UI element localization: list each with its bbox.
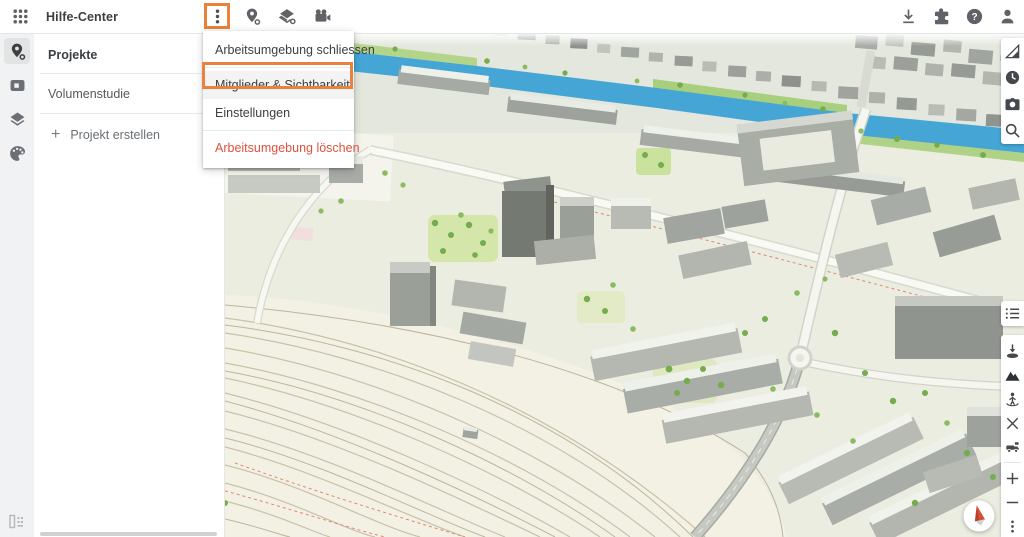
vehicle-button[interactable]	[1002, 437, 1024, 458]
account-button[interactable]	[994, 4, 1020, 30]
camera-icon	[1004, 96, 1021, 113]
kebab-menu-icon	[1004, 518, 1021, 535]
list-button[interactable]	[1002, 303, 1024, 325]
kebab-menu-icon	[208, 7, 227, 26]
left-icon-rail	[0, 33, 34, 537]
create-project-label: Projekt erstellen	[70, 128, 160, 142]
menu-item-settings[interactable]: Einstellungen	[203, 99, 354, 127]
workspace-menu-button[interactable]	[204, 4, 230, 30]
search-button[interactable]	[1002, 120, 1024, 142]
project-list-item[interactable]: Volumenstudie	[34, 74, 224, 113]
zoom-out-button[interactable]	[1002, 492, 1024, 513]
pedestrian-view-button[interactable]	[1002, 389, 1024, 410]
layers-icon	[8, 110, 27, 129]
project-pin-icon	[243, 7, 262, 26]
plugins-button[interactable]	[928, 4, 954, 30]
download-icon	[899, 7, 918, 26]
workspace-title: Hilfe-Center	[46, 10, 118, 24]
divider	[203, 67, 354, 68]
list-icon	[1004, 305, 1021, 322]
account-icon	[998, 7, 1017, 26]
horizontal-scrollbar[interactable]	[40, 532, 217, 536]
puzzle-icon	[932, 7, 951, 26]
screenshot-button[interactable]	[1002, 93, 1024, 115]
video-camera-icon	[313, 7, 332, 26]
help-button[interactable]: ?	[961, 4, 987, 30]
panel-heading: Projekte	[34, 33, 224, 73]
layers-icon	[278, 7, 297, 26]
palette-icon	[8, 144, 27, 163]
slope-triangle-icon	[1004, 43, 1021, 60]
divider	[203, 130, 354, 131]
drop-to-ground-button[interactable]	[1002, 341, 1024, 362]
sidebar-item-projects[interactable]	[4, 38, 30, 64]
pedestrian-icon	[1004, 391, 1021, 408]
map-toolbar-top	[1001, 38, 1024, 144]
menu-item-close-workspace[interactable]: Arbeitsumgebung schliessen	[203, 36, 354, 64]
download-button[interactable]	[895, 4, 921, 30]
workspace-dropdown-menu: Arbeitsumgebung schliessen Mitglieder & …	[203, 31, 354, 168]
projects-pin-icon	[8, 42, 27, 61]
projects-panel: Projekte Volumenstudie + Projekt erstell…	[34, 33, 225, 537]
project-location-button[interactable]	[239, 4, 265, 30]
minus-icon	[1004, 494, 1021, 511]
sidebar-item-layers[interactable]	[4, 106, 30, 132]
apps-grid-icon	[11, 7, 30, 26]
sidebar-item-styles[interactable]	[4, 140, 30, 166]
slope-button[interactable]	[1002, 40, 1024, 62]
sidebar-item-media[interactable]	[4, 72, 30, 98]
drop-to-ground-icon	[1004, 343, 1021, 360]
axes-cross-icon	[1004, 415, 1021, 432]
top-bar: Hilfe-Center	[0, 0, 1024, 34]
map-toolbar-main	[1001, 335, 1024, 537]
vehicle-icon	[1004, 438, 1021, 455]
time-button[interactable]	[1002, 67, 1024, 89]
menu-item-members-visibility[interactable]: Mitglieder & Sichtbarkeit	[203, 71, 354, 99]
plus-icon	[1004, 470, 1021, 487]
map-more-button[interactable]	[1002, 516, 1024, 537]
terrain-mountains-icon	[1004, 367, 1021, 384]
brand-logo-icon	[8, 514, 26, 529]
map-toolbar-list	[1001, 301, 1024, 326]
apps-grid-button[interactable]	[7, 4, 33, 30]
axes-button[interactable]	[1002, 413, 1024, 434]
create-project-button[interactable]: + Projekt erstellen	[34, 114, 224, 142]
terrain-button[interactable]	[1002, 365, 1024, 386]
scene-layers-button[interactable]	[274, 4, 300, 30]
media-display-icon	[8, 76, 27, 95]
plus-icon: +	[51, 129, 60, 141]
clock-icon	[1004, 69, 1021, 86]
divider	[1004, 462, 1021, 463]
zoom-in-button[interactable]	[1002, 468, 1024, 489]
search-icon	[1004, 122, 1021, 139]
menu-item-delete-workspace[interactable]: Arbeitsumgebung löschen	[203, 134, 354, 162]
help-icon: ?	[965, 7, 984, 26]
svg-text:?: ?	[971, 12, 977, 23]
video-camera-button[interactable]	[309, 4, 335, 30]
compass-button[interactable]	[962, 499, 996, 533]
